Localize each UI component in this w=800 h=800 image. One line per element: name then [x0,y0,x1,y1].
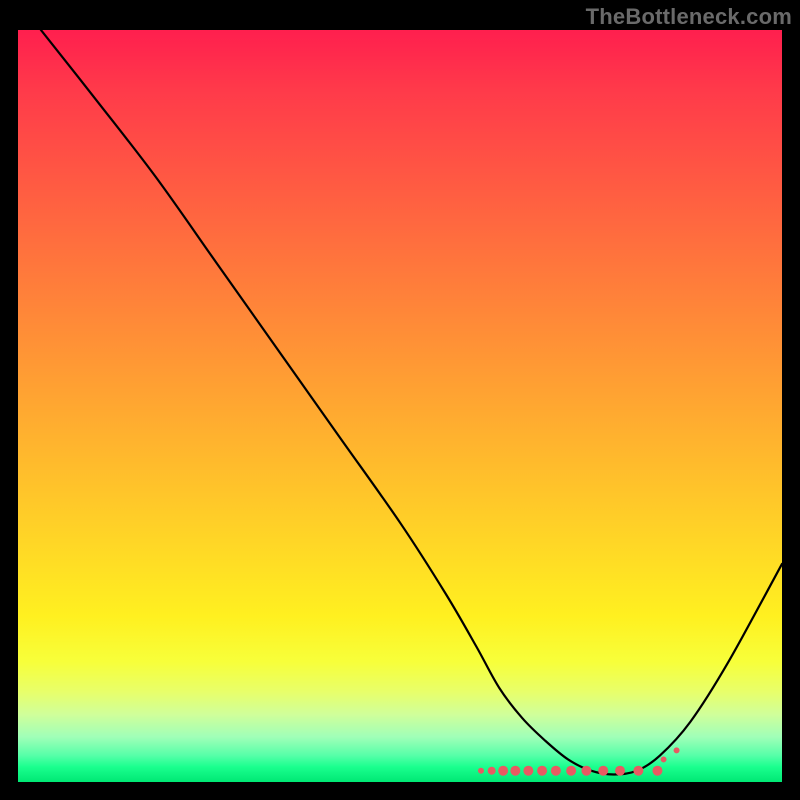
marker-dot [661,756,667,762]
plot-area [18,30,782,782]
bottleneck-curve [41,30,782,774]
marker-dot [581,766,591,776]
marker-dot [478,768,484,774]
chart-container: TheBottleneck.com [0,0,800,800]
curve-svg [18,30,782,782]
marker-dot [674,747,680,753]
marker-dot [633,766,643,776]
marker-dot [652,766,662,776]
marker-dot [510,766,520,776]
marker-dot [498,766,508,776]
watermark-text: TheBottleneck.com [586,4,792,30]
marker-dot [566,766,576,776]
marker-dot [488,767,496,775]
marker-dot [537,766,547,776]
marker-dot [598,766,608,776]
optimal-zone-markers [478,747,680,775]
marker-dot [551,766,561,776]
marker-dot [523,766,533,776]
marker-dot [615,766,625,776]
